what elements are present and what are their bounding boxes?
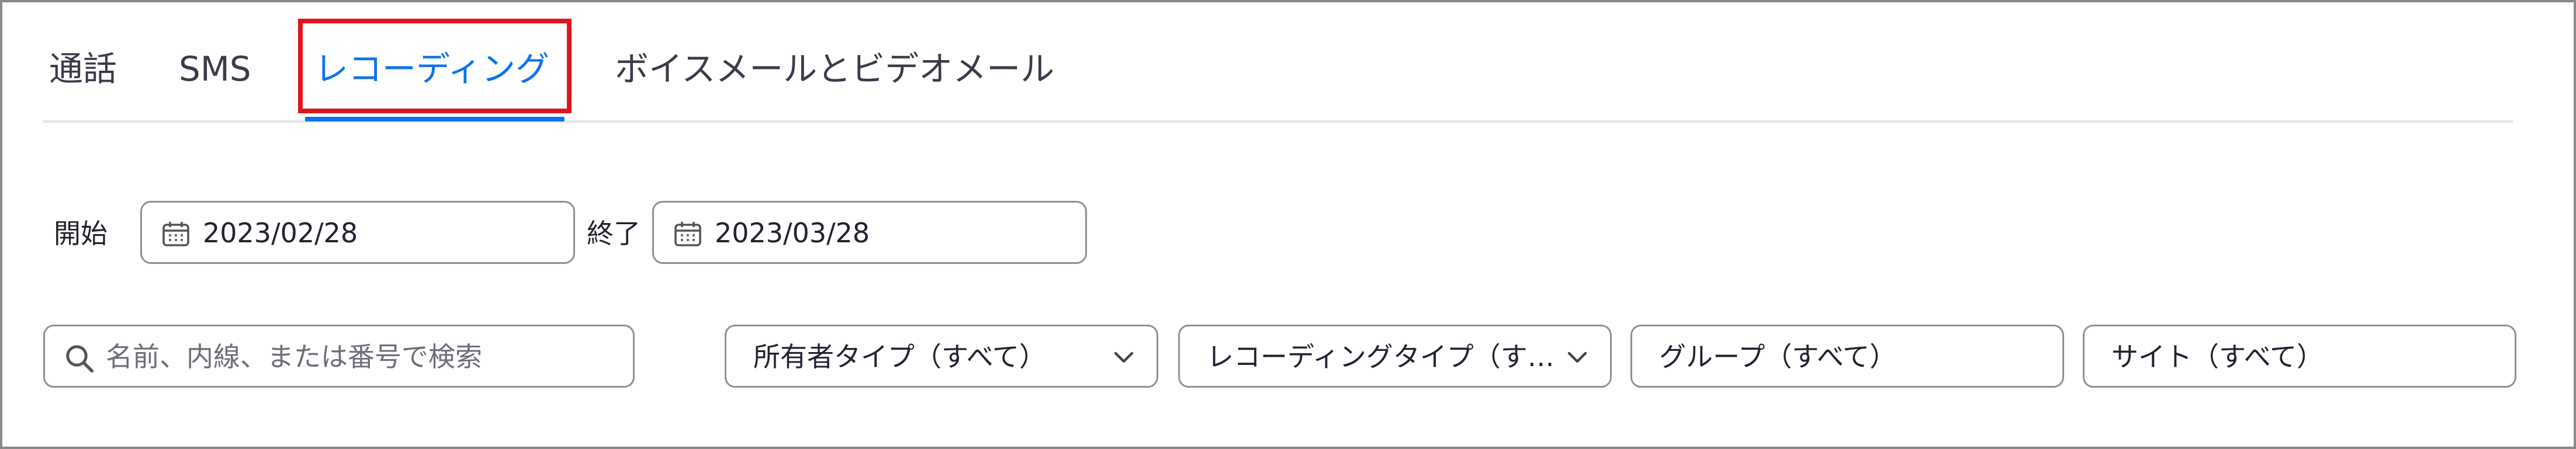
site-dropdown[interactable]: サイト（すべて） <box>2083 325 2516 388</box>
chevron-down-icon <box>1114 351 1134 363</box>
chevron-down-icon <box>1567 351 1587 363</box>
owner-type-dropdown[interactable]: 所有者タイプ（すべて） <box>725 325 1158 388</box>
calendar-icon <box>674 222 701 246</box>
end-date-field[interactable]: 2023/03/28 <box>652 201 1087 264</box>
search-placeholder: 名前、内線、または番号で検索 <box>106 341 482 373</box>
group-dropdown[interactable]: グループ（すべて） <box>1630 325 2064 388</box>
recording-type-value: レコーディングタイプ（す… <box>1207 341 1554 373</box>
end-date-label: 終了 <box>587 218 640 249</box>
tab-calls[interactable]: 通話 <box>49 40 117 98</box>
start-date-field[interactable]: 2023/02/28 <box>140 201 575 264</box>
recording-type-dropdown[interactable]: レコーディングタイプ（す… <box>1178 325 1612 388</box>
group-value: グループ（すべて） <box>1659 341 1897 373</box>
tab-voicemail-videomail[interactable]: ボイスメールとビデオメール <box>615 40 1054 98</box>
owner-type-value: 所有者タイプ（すべて） <box>753 341 1046 373</box>
tab-sms[interactable]: SMS <box>179 40 251 98</box>
end-date-value: 2023/03/28 <box>715 217 870 249</box>
calendar-icon <box>162 222 189 246</box>
recordings-filter-panel: 通話 SMS レコーディング ボイスメールとビデオメール 開始 2023/02/… <box>0 0 2576 449</box>
start-date-value: 2023/02/28 <box>203 217 358 249</box>
search-icon <box>66 345 94 373</box>
start-date-label: 開始 <box>54 218 108 249</box>
search-input[interactable]: 名前、内線、または番号で検索 <box>43 325 635 388</box>
active-tab-indicator <box>305 117 565 121</box>
site-value: サイト（すべて） <box>2111 341 2324 373</box>
highlight-annotation-box <box>298 19 572 113</box>
